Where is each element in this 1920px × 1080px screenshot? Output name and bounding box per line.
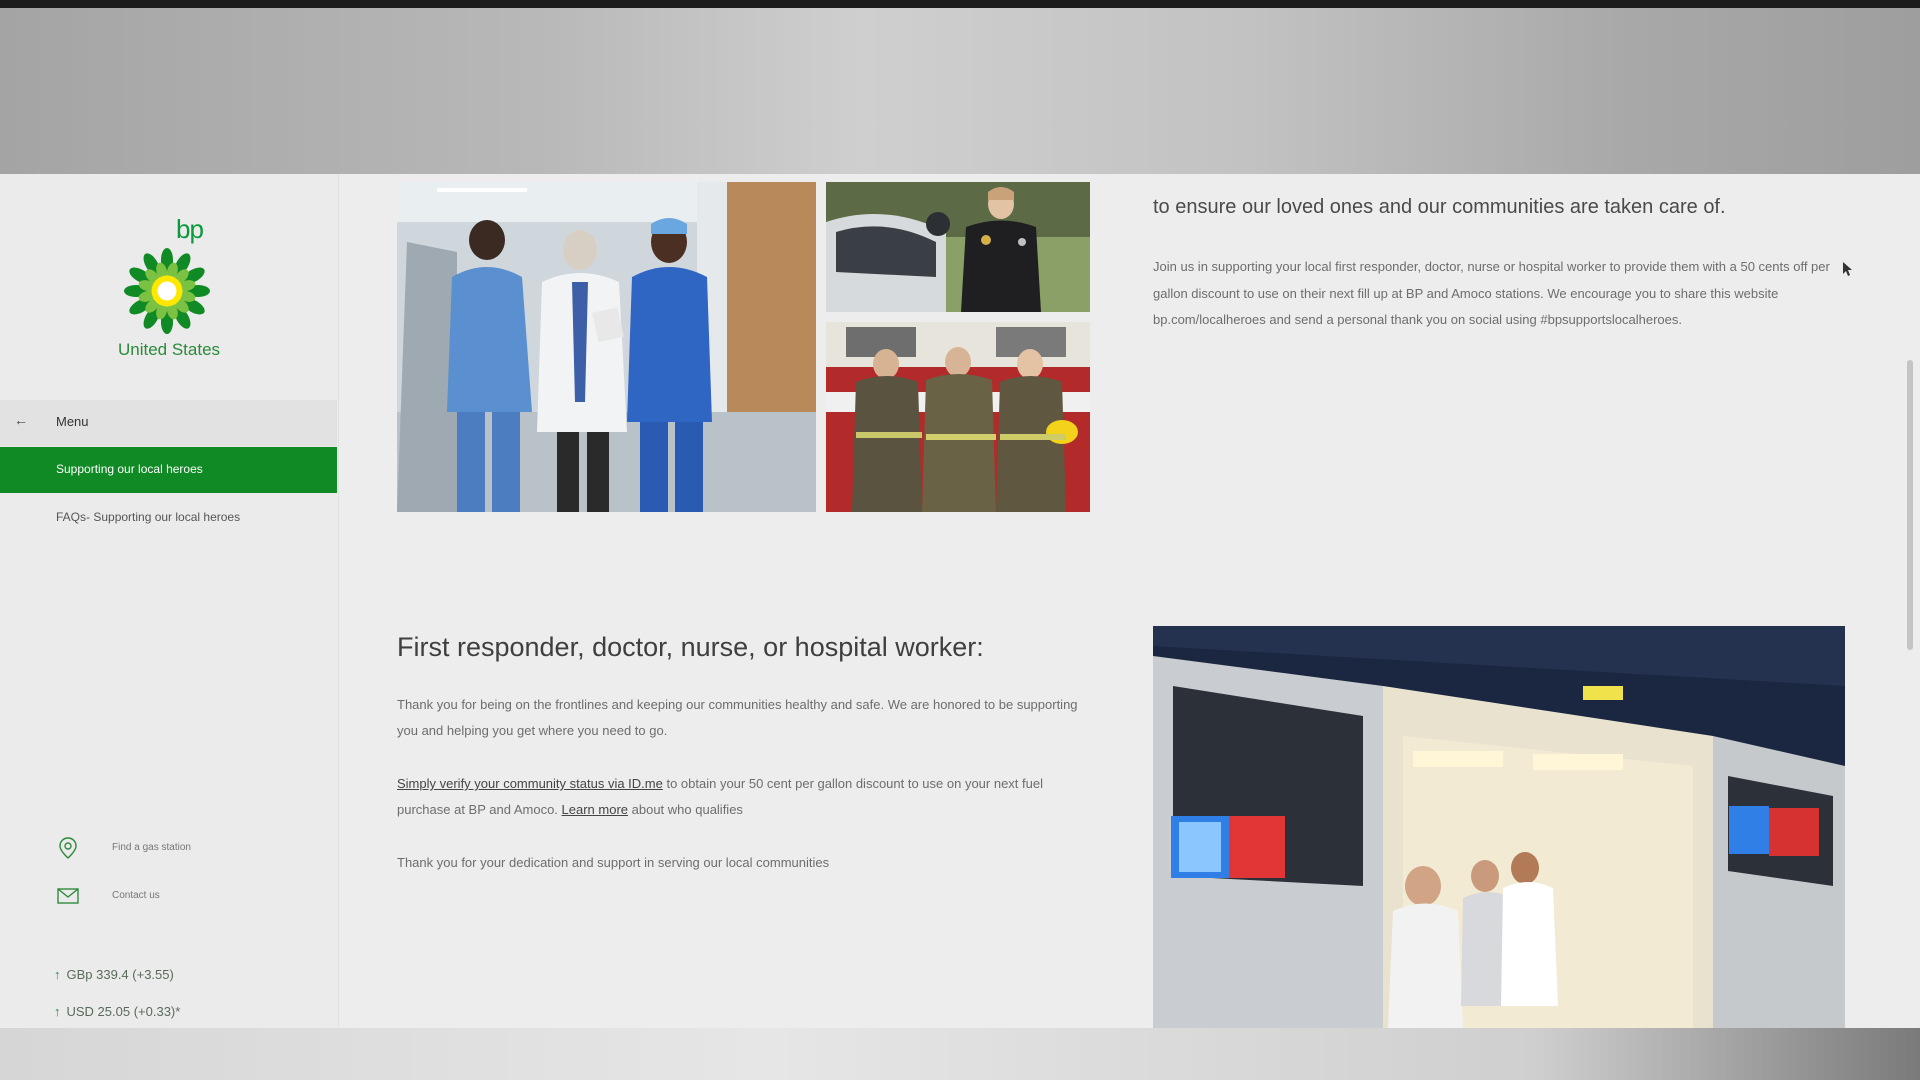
envelope-icon <box>57 888 79 904</box>
intro-tagline: to ensure our loved ones and our communi… <box>1153 196 1726 218</box>
ticker-usd-value: USD 25.05 (+0.33)* <box>66 1004 181 1019</box>
page-scrollbar[interactable] <box>1907 360 1913 650</box>
contact-us-label: Contact us <box>112 890 160 901</box>
sidebar-item-faqs[interactable]: FAQs- Supporting our local heroes <box>56 510 240 524</box>
location-pin-icon <box>59 837 77 859</box>
arrow-left-icon: ← <box>14 412 28 428</box>
arrow-up-icon: ↑ <box>54 1004 61 1019</box>
photo-police-officer <box>826 182 1090 312</box>
arrow-up-icon: ↑ <box>54 967 61 982</box>
verify-idme-link[interactable]: Simply verify your community status via … <box>397 776 663 791</box>
photo-hospital-workers <box>397 182 816 512</box>
section-paragraph-dedication: Thank you for your dedication and suppor… <box>397 855 830 870</box>
logo-wordmark: bp <box>176 214 204 244</box>
qualifies-text: about who qualifies <box>628 802 743 817</box>
country-label: United States <box>117 340 221 359</box>
ticker-gbp-value: GBp 339.4 (+3.55) <box>66 967 174 982</box>
photo-ambulance <box>1153 626 1845 1028</box>
screen-top-edge <box>0 0 1920 8</box>
bp-logo[interactable]: bp United States <box>0 214 338 374</box>
ticker-gbp: ↑ GBp 339.4 (+3.55) <box>54 967 174 982</box>
sidebar-item-label: Supporting our local heroes <box>56 462 203 476</box>
learn-more-link[interactable]: Learn more <box>562 802 628 817</box>
ticker-usd: ↑ USD 25.05 (+0.33)* <box>54 1004 180 1019</box>
find-gas-station-label: Find a gas station <box>112 842 191 853</box>
section-heading: First responder, doctor, nurse, or hospi… <box>397 632 984 662</box>
sidebar: bp United States ← Menu Supporting our l… <box>0 174 339 1028</box>
photo-firefighters <box>826 322 1090 512</box>
blurred-background-bottom <box>0 1028 1920 1080</box>
menu-label: Menu <box>56 414 89 429</box>
helios-logo-icon <box>124 248 210 334</box>
blurred-background-top <box>0 8 1920 174</box>
sidebar-item-supporting-local-heroes[interactable]: Supporting our local heroes <box>0 447 337 493</box>
section-paragraph-thanks: Thank you for being on the frontlines an… <box>397 697 1078 738</box>
mouse-cursor-icon <box>1843 262 1852 276</box>
webpage: bp United States ← Menu Supporting our l… <box>0 174 1920 1028</box>
intro-paragraph: Join us in supporting your local first r… <box>1153 259 1830 327</box>
menu-back-button[interactable]: ← Menu <box>0 400 337 446</box>
section-paragraph-verify: Simply verify your community status via … <box>397 771 1097 823</box>
